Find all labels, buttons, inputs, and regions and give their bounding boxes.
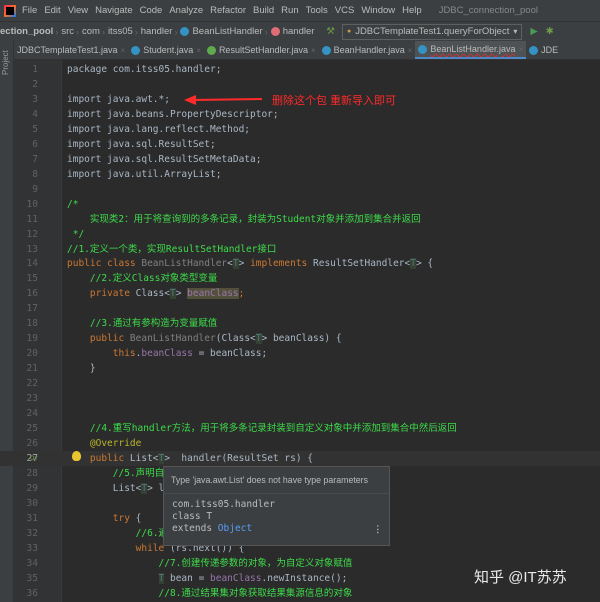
error-tooltip: Type 'java.awt.List' does not have type … (163, 466, 390, 546)
tooltip-class: class T (172, 511, 213, 522)
watermark: 知乎 @IT苏苏 (474, 569, 567, 586)
arrow-to-import (184, 95, 263, 105)
tooltip-message: Type 'java.awt.List' does not have type … (164, 467, 389, 494)
tooltip-extends: extends (172, 523, 213, 534)
tooltip-extends-type[interactable]: Object (218, 523, 252, 534)
more-options-icon[interactable]: ⋮ (373, 524, 382, 535)
tooltip-package: com.itss05.handler (172, 499, 275, 510)
